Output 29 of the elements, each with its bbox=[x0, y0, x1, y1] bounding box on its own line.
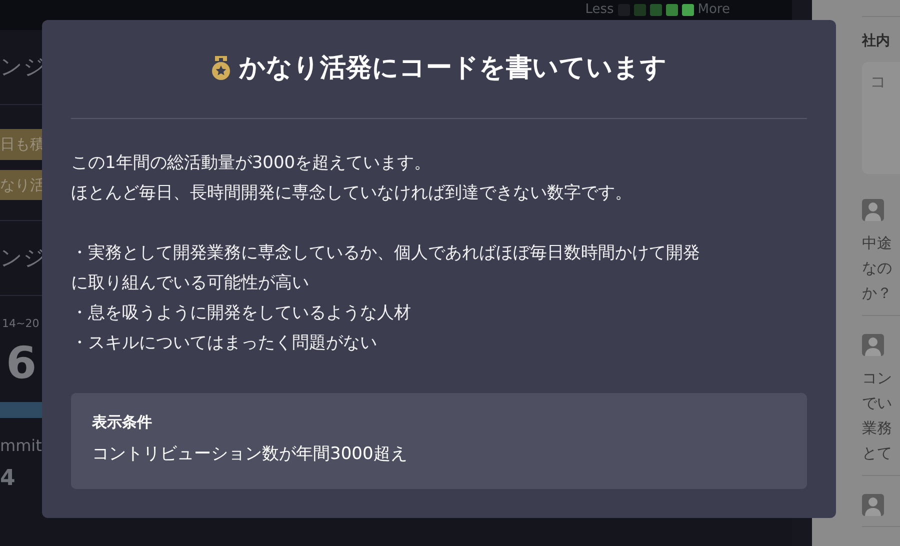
stat-number: 6 bbox=[6, 338, 37, 388]
condition-heading: 表示条件 bbox=[92, 412, 153, 433]
comment-text: とて bbox=[862, 444, 892, 462]
comment-text: 中途 bbox=[862, 234, 892, 252]
medal-icon bbox=[211, 56, 231, 82]
description-text: ・息を吸うように開発をしているような人材 bbox=[71, 303, 411, 323]
description-text: に取り組んでいる可能性が高い bbox=[71, 273, 309, 293]
stat-label: mmit bbox=[0, 436, 42, 456]
description-text: ・実務として開発業務に専念しているか、個人であればほぼ毎日数時間かけて開発 bbox=[71, 243, 700, 263]
comment-field[interactable]: コ bbox=[862, 62, 900, 174]
comment-text: でい bbox=[862, 394, 892, 412]
comment-text: か？ bbox=[862, 284, 892, 302]
legend-label: More bbox=[698, 1, 730, 20]
section-title: 社内 bbox=[862, 32, 891, 51]
comment-text: なの bbox=[862, 258, 892, 277]
avatar-icon bbox=[862, 334, 884, 356]
avatar-icon bbox=[862, 199, 884, 221]
modal-title: かなり活発にコードを書いています bbox=[239, 53, 667, 85]
date-range: 14~20 bbox=[2, 317, 40, 330]
condition-text: コントリビューション数が年間3000超え bbox=[92, 442, 408, 466]
section-heading: ンジ bbox=[0, 244, 46, 272]
description-text: この1年間の総活動量が3000を超えています。 bbox=[71, 153, 432, 173]
section-heading: ンジ bbox=[0, 54, 46, 82]
comment-text: コン bbox=[862, 369, 892, 388]
description-text: ほとんど毎日、長時間開発に専念していなければ到達できない数字です。 bbox=[71, 183, 632, 203]
stat-number: 4 bbox=[0, 466, 16, 492]
description-text: ・スキルについてはまったく問題がない bbox=[71, 333, 377, 353]
legend-label: Less bbox=[585, 1, 614, 20]
comment-text: 業務 bbox=[862, 418, 892, 437]
